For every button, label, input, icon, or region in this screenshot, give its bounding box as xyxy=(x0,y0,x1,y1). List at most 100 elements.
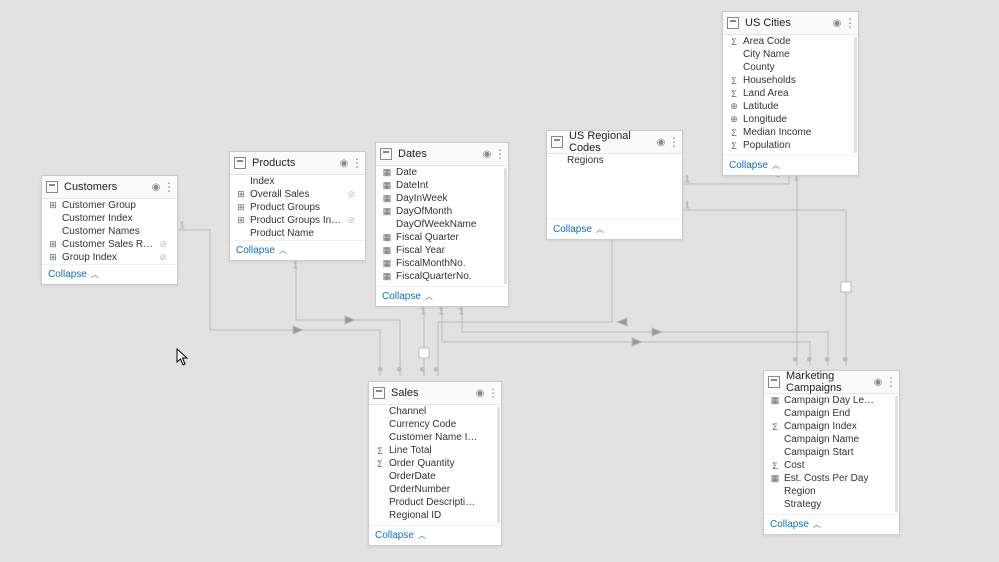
chevron-up-icon: ︿ xyxy=(425,291,433,302)
field-row[interactable]: ▦DateInt xyxy=(376,179,508,192)
field-row[interactable]: ▦Fiscal Year xyxy=(376,244,508,257)
table-title: Products xyxy=(252,157,337,169)
visibility-icon[interactable]: ◉ xyxy=(830,18,844,29)
field-row[interactable]: ΣPopulation xyxy=(723,139,858,152)
visibility-icon[interactable]: ◉ xyxy=(480,149,494,160)
field-row[interactable]: OrderDate xyxy=(369,470,501,483)
collapse-button[interactable]: Collapse︿ xyxy=(723,155,858,175)
collapse-button[interactable]: Collapse︿ xyxy=(376,286,508,306)
collapse-button[interactable]: Collapse︿ xyxy=(764,514,899,534)
field-name: DayOfMonth xyxy=(396,206,486,217)
field-row[interactable]: ⊞Customer Sales Rank⊘ xyxy=(42,238,177,251)
svg-text:1: 1 xyxy=(459,306,464,316)
more-icon[interactable]: ⋮ xyxy=(668,137,678,147)
field-row[interactable]: ⊕Longitude xyxy=(723,113,858,126)
field-row[interactable]: ⊞Customer Group xyxy=(42,199,177,212)
field-name: Latitude xyxy=(743,101,836,112)
field-row[interactable]: Product Description Index xyxy=(369,496,501,509)
collapse-button[interactable]: Collapse︿ xyxy=(42,264,177,284)
field-row[interactable]: ⊞Product Groups Index⊘ xyxy=(230,214,365,227)
cal-icon: ▦ xyxy=(382,207,392,217)
field-row[interactable]: Regional ID xyxy=(369,509,501,522)
table-icon xyxy=(373,387,385,399)
table-dates[interactable]: Dates ◉ ⋮ ▦Date▦DateInt▦DayInWeek ▦ DayOfM… xyxy=(375,142,509,307)
field-row[interactable]: Customer Name Index xyxy=(369,431,501,444)
table-sales[interactable]: Sales ◉ ⋮ ChannelCurrency CodeCustomer N… xyxy=(368,381,502,546)
blank-icon xyxy=(375,433,385,443)
field-row[interactable]: Campaign Start xyxy=(764,446,899,459)
visibility-icon[interactable]: ◉ xyxy=(654,137,668,148)
table-header[interactable]: Products ◉ ⋮ xyxy=(230,152,365,175)
visibility-icon[interactable]: ◉ xyxy=(473,388,487,399)
more-icon[interactable]: ⋮ xyxy=(487,388,497,398)
field-row[interactable]: ΣLand Area xyxy=(723,87,858,100)
table-regional[interactable]: US Regional Codes ◉ ⋮ Regions Collapse︿ xyxy=(546,130,683,240)
field-name: Line Total xyxy=(389,445,479,456)
field-row[interactable]: Campaign Name xyxy=(764,433,899,446)
more-icon[interactable]: ⋮ xyxy=(494,149,504,159)
field-row[interactable]: ▦Fiscal Quarter xyxy=(376,231,508,244)
visibility-icon[interactable]: ◉ xyxy=(149,182,163,193)
field-row[interactable]: County xyxy=(723,61,858,74)
more-icon[interactable]: ⋮ xyxy=(844,18,854,28)
field-name: Est. Costs Per Day xyxy=(784,473,877,484)
table-title: US Cities xyxy=(745,17,830,29)
field-row[interactable]: Customer Index xyxy=(42,212,177,225)
field-row[interactable]: ΣMedian Income xyxy=(723,126,858,139)
visibility-icon[interactable]: ◉ xyxy=(871,377,885,388)
svg-text:1: 1 xyxy=(685,200,690,210)
table-header[interactable]: Dates ◉ ⋮ xyxy=(376,143,508,166)
field-row[interactable]: ▦Campaign Day Length xyxy=(764,394,899,407)
field-row[interactable]: ⊞Overall Sales⊘ xyxy=(230,188,365,201)
field-row[interactable]: ▦ DayOfMonth xyxy=(376,205,508,218)
table-header[interactable]: US Regional Codes ◉ ⋮ xyxy=(547,131,682,154)
field-row[interactable]: DayOfWeekName xyxy=(376,218,508,231)
field-row[interactable]: ΣCost xyxy=(764,459,899,472)
table-customers[interactable]: Customers ◉ ⋮ ⊞Customer GroupCustomer In… xyxy=(41,175,178,285)
field-row[interactable]: Currency Code xyxy=(369,418,501,431)
collapse-button[interactable]: Collapse︿ xyxy=(369,525,501,545)
field-row[interactable]: ⊞Group Index⊘ xyxy=(42,251,177,264)
field-row[interactable]: Strategy xyxy=(764,498,899,511)
field-row[interactable]: ΣArea Code xyxy=(723,35,858,48)
field-row[interactable]: ▦Date xyxy=(376,166,508,179)
field-row[interactable]: ΣHouseholds xyxy=(723,74,858,87)
more-icon[interactable]: ⋮ xyxy=(163,182,173,192)
field-row[interactable]: Regions xyxy=(547,154,682,167)
collapse-button[interactable]: Collapse︿ xyxy=(230,240,365,260)
field-row[interactable]: ▦Est. Costs Per Day xyxy=(764,472,899,485)
chevron-up-icon: ︿ xyxy=(91,269,99,280)
table-marketing[interactable]: Marketing Campaigns ◉ ⋮ ▦Campaign Day Le… xyxy=(763,370,900,535)
field-row[interactable]: City Name xyxy=(723,48,858,61)
field-row[interactable]: Customer Names xyxy=(42,225,177,238)
field-row[interactable]: Channel xyxy=(369,405,501,418)
field-row[interactable]: Product Name xyxy=(230,227,365,240)
field-row[interactable]: ΣOrder Quantity xyxy=(369,457,501,470)
field-row[interactable]: ▦FiscalMonthNo. xyxy=(376,257,508,270)
visibility-icon[interactable]: ◉ xyxy=(337,158,351,169)
field-row[interactable]: ⊕Latitude xyxy=(723,100,858,113)
collapse-button[interactable]: Collapse︿ xyxy=(547,219,682,239)
table-products[interactable]: Products ◉ ⋮ Index⊞Overall Sales⊘⊞Produc… xyxy=(229,151,366,261)
field-row[interactable]: ⊞Product Groups xyxy=(230,201,365,214)
field-name: Group Index xyxy=(62,252,155,263)
field-row[interactable]: ΣLine Total xyxy=(369,444,501,457)
cal-icon: ▦ xyxy=(770,396,780,406)
field-row[interactable]: ▦FiscalQuarterNo. xyxy=(376,270,508,283)
more-icon[interactable]: ⋮ xyxy=(885,377,895,387)
hidden-icon: ⊘ xyxy=(343,189,355,200)
field-row[interactable]: Index xyxy=(230,175,365,188)
more-icon[interactable]: ⋮ xyxy=(351,158,361,168)
field-row[interactable]: Region xyxy=(764,485,899,498)
field-row[interactable]: ▦DayInWeek xyxy=(376,192,508,205)
field-row[interactable]: ΣCampaign Index xyxy=(764,420,899,433)
table-header[interactable]: US Cities ◉ ⋮ xyxy=(723,12,858,35)
table-header[interactable]: Sales ◉ ⋮ xyxy=(369,382,501,405)
table-cities[interactable]: US Cities ◉ ⋮ ΣArea CodeCity NameCountyΣ… xyxy=(722,11,859,176)
field-row[interactable]: OrderNumber xyxy=(369,483,501,496)
table-header[interactable]: Marketing Campaigns ◉ ⋮ xyxy=(764,371,899,394)
blank-icon xyxy=(382,220,392,230)
table-header[interactable]: Customers ◉ ⋮ xyxy=(42,176,177,199)
table-title: Customers xyxy=(64,181,149,193)
field-row[interactable]: Campaign End xyxy=(764,407,899,420)
